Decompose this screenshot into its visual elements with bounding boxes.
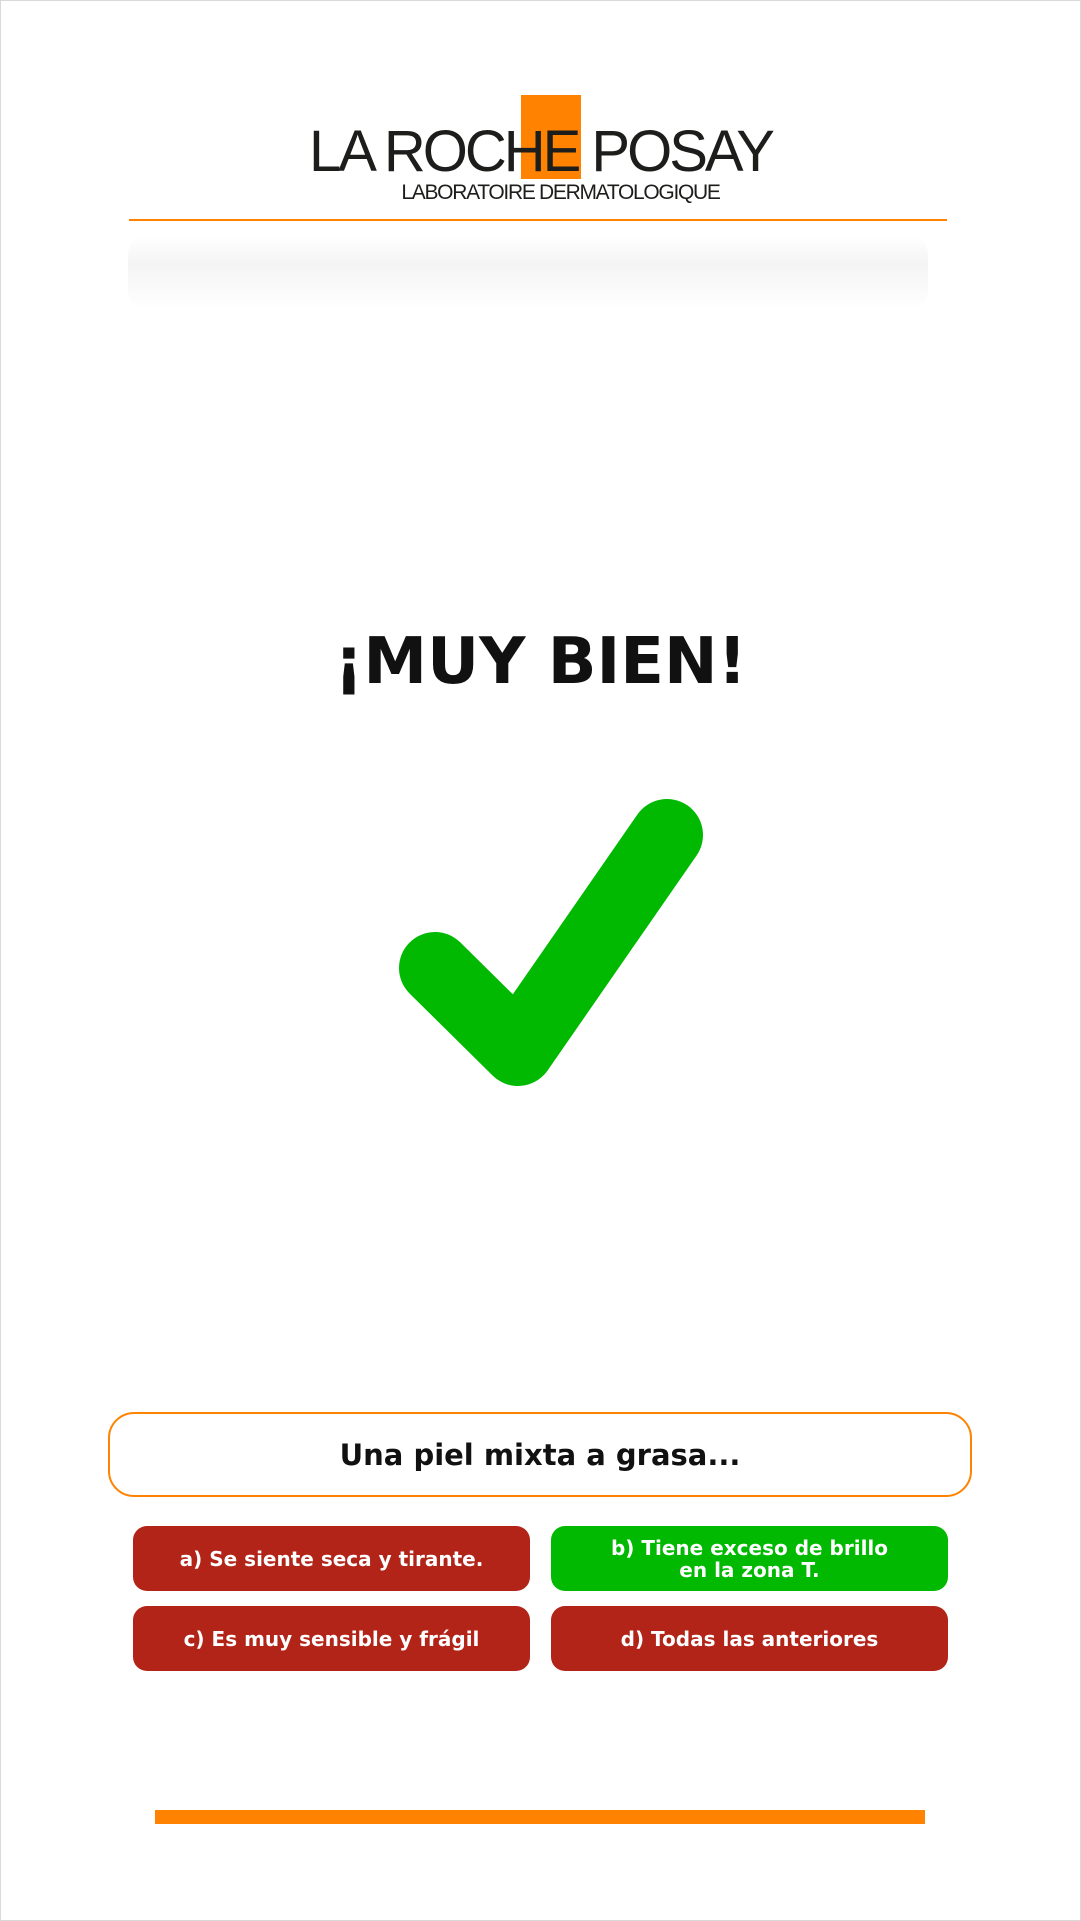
answer-a-button[interactable]: a) Se siente seca y tirante. <box>133 1526 530 1591</box>
header-divider <box>129 219 947 221</box>
answer-d-button[interactable]: d) Todas las anteriores <box>551 1606 948 1671</box>
brand-logo: LA ROCHE POSAY LABORATOIRE DERMATOLOGIQU… <box>0 95 1081 210</box>
logo-wordmark: LA ROCHE POSAY <box>309 119 775 184</box>
answer-c-button[interactable]: c) Es muy sensible y frágil <box>133 1606 530 1671</box>
checkmark-icon <box>399 799 703 1086</box>
logo-tagline: LABORATOIRE DERMATOLOGIQUE <box>401 181 721 204</box>
answer-b-button[interactable]: b) Tiene exceso de brillo en la zona T. <box>551 1526 948 1591</box>
header-shadow-band <box>128 235 928 310</box>
result-title: ¡MUY BIEN! <box>334 625 747 699</box>
question-text: Una piel mixta a grasa... <box>339 1437 741 1472</box>
footer-accent-bar <box>155 1810 925 1824</box>
question-box: Una piel mixta a grasa... <box>108 1412 972 1497</box>
